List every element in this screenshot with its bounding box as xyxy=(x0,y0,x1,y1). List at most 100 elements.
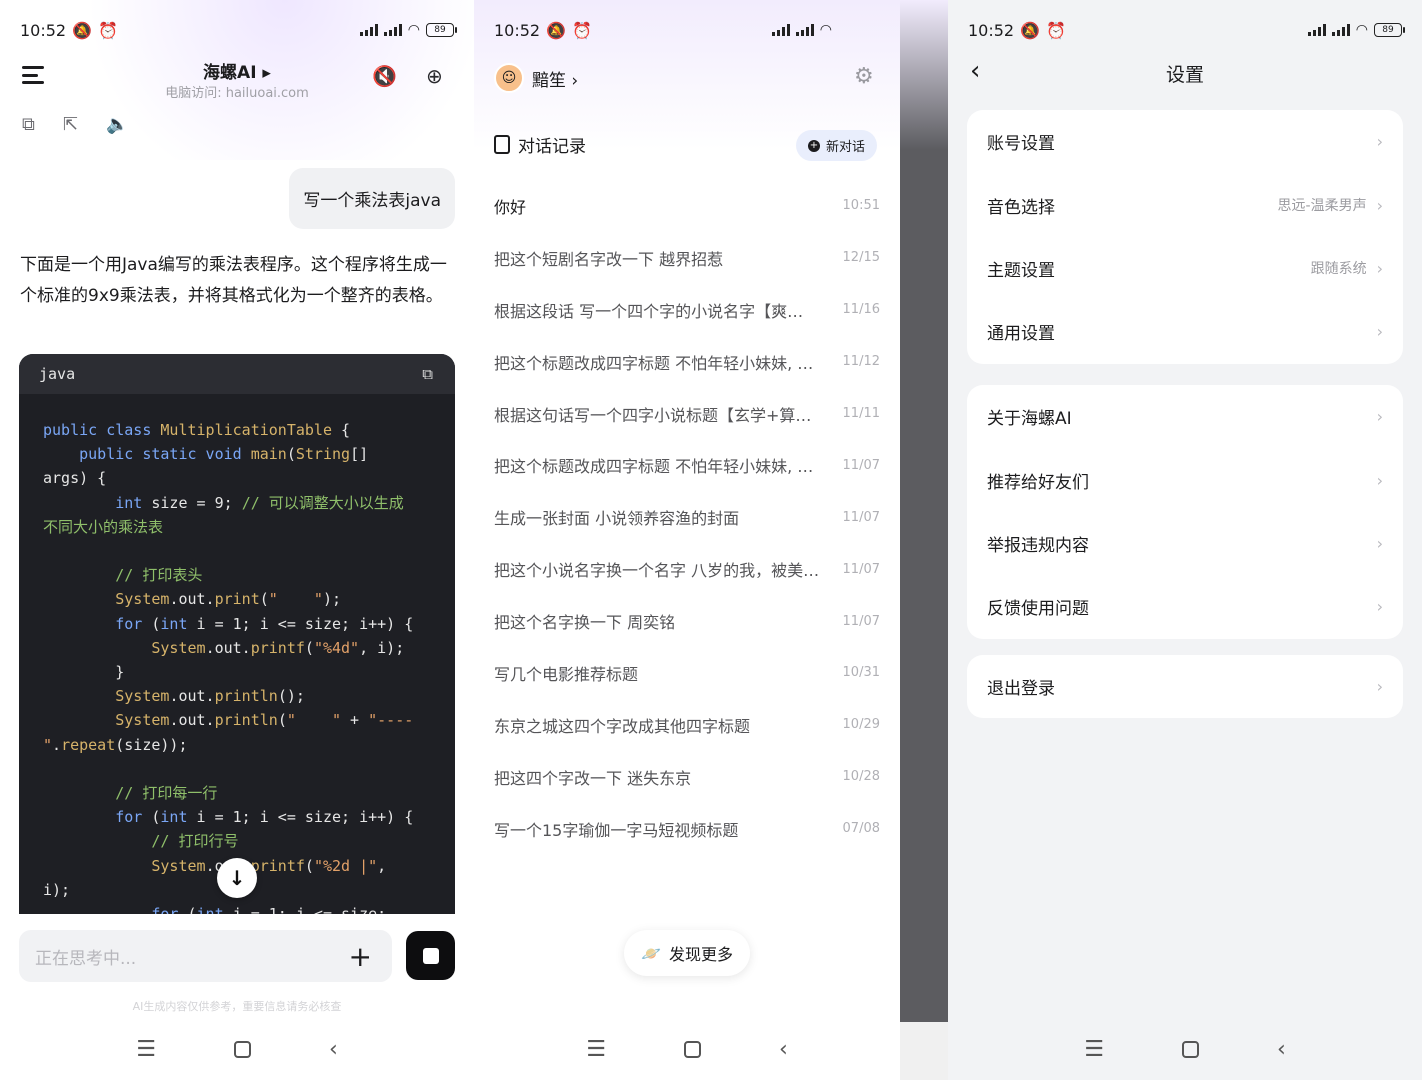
settings-row-right: 思远-温柔男声 › xyxy=(1278,195,1383,215)
history-item[interactable]: 把这四个字改一下 迷失东京 10/28 xyxy=(494,751,880,803)
settings-row[interactable]: 音色选择 思远-温柔男声 › xyxy=(967,173,1403,236)
history-item-date: 10:51 xyxy=(842,198,880,214)
history-item-date: 10/29 xyxy=(842,717,880,733)
history-item[interactable]: 写几个电影推荐标题 10/31 xyxy=(494,647,880,699)
settings-row-label: 主题设置 xyxy=(987,260,1055,281)
discover-more-button[interactable]: 🪐 发现更多 xyxy=(624,930,750,976)
history-section-header: 对话记录 xyxy=(494,132,586,157)
stop-icon xyxy=(422,947,439,964)
planet-icon: 🪐 xyxy=(641,943,661,963)
history-list: 你好 10:51 把这个短剧名字改一下 越界招惹 12/15 根据这段话 写一个四个字的… xyxy=(494,180,880,855)
alarm-icon: ⏰ xyxy=(572,20,592,40)
new-chat-icon[interactable]: ⊕ xyxy=(426,64,443,88)
wifi-icon: ◠ xyxy=(407,22,420,38)
settings-row[interactable]: 推荐给好友们 › xyxy=(967,448,1403,511)
home-icon[interactable] xyxy=(683,1041,701,1058)
app-title[interactable]: 海螺AI ▸ xyxy=(140,58,334,83)
chevron-right-icon: › xyxy=(1376,258,1383,278)
settings-row-right: 跟随系统 › xyxy=(1311,258,1383,278)
settings-row-label: 推荐给好友们 xyxy=(987,472,1089,493)
wifi-icon: ◠ xyxy=(819,22,832,38)
chevron-right-icon: › xyxy=(1376,132,1383,152)
signal-icon xyxy=(359,24,378,36)
message-input[interactable]: 正在思考中... + xyxy=(19,930,392,982)
stop-button[interactable] xyxy=(406,931,455,980)
system-nav-bar: ☰ ‹ xyxy=(948,1037,1422,1062)
battery-icon: 89 xyxy=(1374,23,1405,37)
settings-row[interactable]: 反馈使用问题 › xyxy=(967,575,1403,638)
alarm-icon: ⏰ xyxy=(1046,20,1066,40)
history-item-title: 根据这句话写一个四字小说标题【玄学+算… xyxy=(494,405,812,425)
settings-row-right: › xyxy=(1377,322,1383,341)
history-item-date: 11/07 xyxy=(842,613,880,629)
history-item-date: 12/15 xyxy=(842,250,880,266)
back-icon[interactable]: ‹ xyxy=(1277,1037,1286,1062)
history-item-title: 把这个标题改成四字标题 不怕年轻小妹妹, … xyxy=(494,457,814,477)
recents-icon[interactable]: ☰ xyxy=(586,1037,606,1062)
settings-row[interactable]: 举报违规内容 › xyxy=(967,512,1403,575)
history-item-title: 把这个名字换一下 周奕铭 xyxy=(494,613,676,633)
signal-icon-2 xyxy=(1331,24,1350,36)
recents-icon[interactable]: ☰ xyxy=(1084,1037,1104,1062)
history-item-date: 11/07 xyxy=(842,457,880,473)
mute-icon: 🔕 xyxy=(546,20,567,40)
profile-link[interactable]: 黯笙 › xyxy=(532,66,578,91)
history-item[interactable]: 写一个15字瑜伽一字马短视频标题 07/08 xyxy=(494,803,880,855)
plus-circle-icon: + xyxy=(808,139,820,152)
alarm-icon: ⏰ xyxy=(98,20,118,40)
dimmed-overlay[interactable] xyxy=(900,0,948,1022)
document-icon xyxy=(494,135,510,154)
history-item-date: 07/08 xyxy=(842,821,880,837)
history-item-title: 把这个小说名字换一个名字 八岁的我，被美… xyxy=(494,561,820,581)
history-item[interactable]: 把这个小说名字换一个名字 八岁的我，被美… 11/07 xyxy=(494,543,880,595)
history-item[interactable]: 东京之城这四个字改成其他四字标题 10/29 xyxy=(494,699,880,751)
share-icon[interactable]: ⇱ xyxy=(63,114,78,135)
settings-row-right: › xyxy=(1377,132,1383,151)
history-item-title: 写一个15字瑜伽一字马短视频标题 xyxy=(494,820,739,840)
recents-icon[interactable]: ☰ xyxy=(136,1037,156,1062)
back-icon[interactable]: ‹ xyxy=(779,1037,788,1062)
settings-row[interactable]: 通用设置 › xyxy=(967,300,1403,363)
history-item-title: 东京之城这四个字改成其他四字标题 xyxy=(494,716,751,736)
history-item[interactable]: 把这个短剧名字改一下 越界招惹 12/15 xyxy=(494,232,880,284)
plus-icon[interactable]: + xyxy=(349,940,372,973)
back-icon[interactable]: ‹ xyxy=(329,1037,338,1062)
speaker-mute-icon[interactable]: 🔇 xyxy=(372,64,397,88)
history-item[interactable]: 生成一张封面 小说领养容渔的封面 11/07 xyxy=(494,491,880,543)
signal-icon xyxy=(771,24,790,36)
settings-row-value: 思远-温柔男声 xyxy=(1277,198,1367,215)
copy-icon[interactable]: ⧉ xyxy=(22,114,35,135)
status-bar: 10:52 🔕 ⏰ ◠ xyxy=(494,18,832,42)
page-title: 设置 xyxy=(1165,64,1204,86)
home-icon[interactable] xyxy=(1181,1041,1199,1058)
home-icon[interactable] xyxy=(233,1041,251,1058)
logout-label: 退出登录 xyxy=(987,679,1055,700)
status-time: 10:52 xyxy=(968,20,1015,40)
history-item-date: 10/28 xyxy=(842,769,880,785)
settings-row[interactable]: 主题设置 跟随系统 › xyxy=(967,237,1403,300)
history-item-date: 11/07 xyxy=(842,561,880,577)
logout-row[interactable]: 退出登录 › xyxy=(967,655,1403,718)
history-item[interactable]: 把这个标题改成四字标题 不怕年轻小妹妹, … 11/07 xyxy=(494,439,880,491)
history-item-title: 把这个标题改成四字标题 不怕年轻小妹妹, … xyxy=(494,353,814,373)
menu-icon[interactable] xyxy=(22,66,44,84)
history-item-date: 11/12 xyxy=(842,354,880,370)
history-item[interactable]: 根据这句话写一个四字小说标题【玄学+算… 11/11 xyxy=(494,388,880,440)
avatar[interactable]: ☺ xyxy=(494,63,524,93)
settings-row[interactable]: 账号设置 › xyxy=(967,110,1403,173)
settings-row[interactable]: 关于海螺AI › xyxy=(967,385,1403,448)
read-aloud-icon[interactable]: 🔈 xyxy=(106,114,128,135)
username: 黯笙 xyxy=(532,71,566,91)
new-chat-button[interactable]: + 新对话 xyxy=(796,130,878,161)
history-item[interactable]: 把这个标题改成四字标题 不怕年轻小妹妹, … 11/12 xyxy=(494,336,880,388)
history-item[interactable]: 把这个名字换一下 周奕铭 11/07 xyxy=(494,595,880,647)
scroll-down-button[interactable]: ↓ xyxy=(217,858,257,898)
gear-icon[interactable]: ⚙ xyxy=(854,64,874,89)
mute-icon: 🔕 xyxy=(1020,20,1041,40)
signal-icon xyxy=(1307,24,1326,36)
copy-code-icon[interactable]: ⧉ xyxy=(422,365,433,383)
settings-header: ‹ 设置 xyxy=(948,56,1422,86)
history-item[interactable]: 根据这段话 写一个四个字的小说名字【爽… 11/16 xyxy=(494,284,880,336)
history-item[interactable]: 你好 10:51 xyxy=(494,180,880,232)
code-content: public class MultiplicationTable { publi… xyxy=(43,421,414,914)
